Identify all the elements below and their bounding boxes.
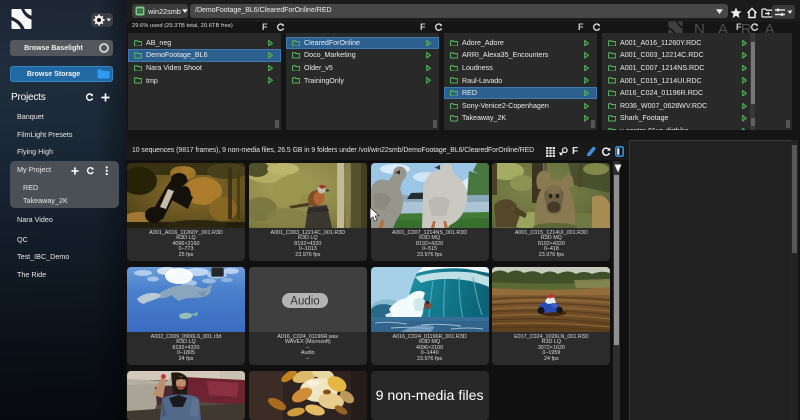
svg-text:Audio: Audio xyxy=(290,296,319,308)
